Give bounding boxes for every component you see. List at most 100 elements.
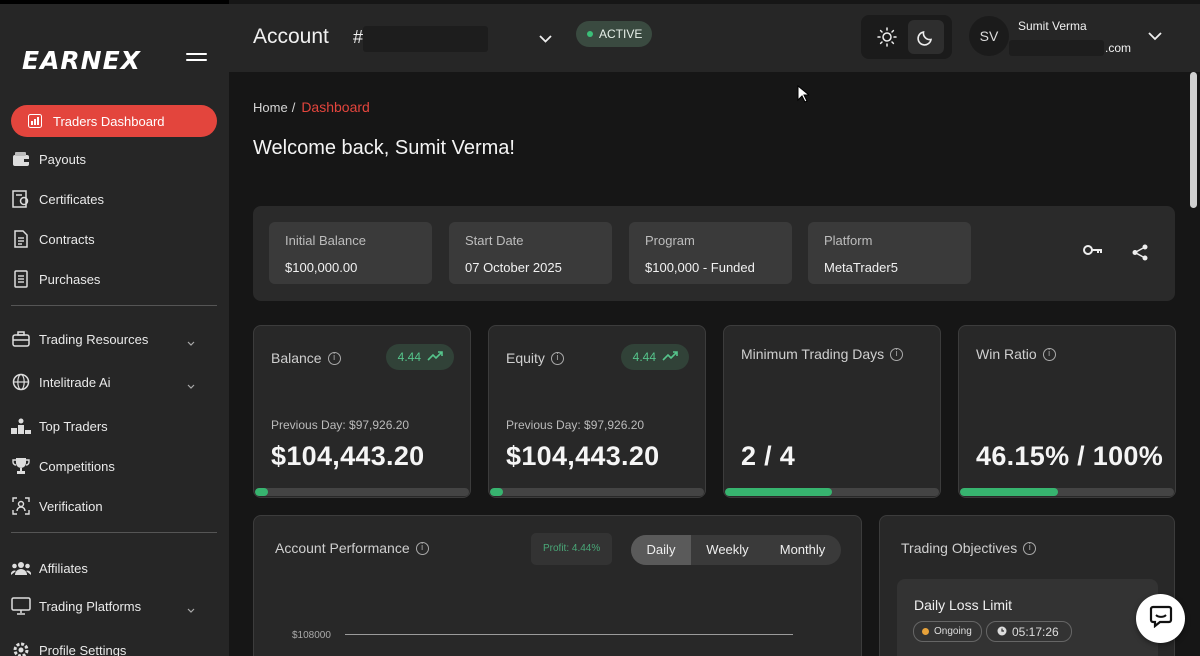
- sidebar-item-label: Certificates: [39, 191, 105, 207]
- equity-card: Equity i 4.44 Previous Day: $97,926.20 $1…: [488, 325, 706, 498]
- sidebar-item-top-traders[interactable]: Top Traders: [11, 410, 217, 442]
- sidebar-item-intelitrade-ai[interactable]: Intelitrade Ai: [11, 366, 217, 398]
- progress-fill: [255, 488, 268, 496]
- welcome-heading: Welcome back, Sumit Verma!: [253, 137, 515, 159]
- stat-title-text: Balance: [271, 350, 322, 366]
- period-segmented-control: Daily Weekly Monthly: [631, 535, 841, 565]
- sidebar-item-competitions[interactable]: Competitions: [11, 450, 217, 482]
- progress-track: [960, 488, 1174, 496]
- progress-track: [490, 488, 704, 496]
- sidebar-item-purchases[interactable]: Purchases: [11, 263, 217, 295]
- earnex-logo[interactable]: EARNEX: [22, 45, 141, 75]
- sidebar-item-payouts[interactable]: Payouts: [11, 143, 217, 175]
- progress-track: [255, 488, 469, 496]
- tab-monthly[interactable]: Monthly: [764, 535, 841, 565]
- objective-status: Ongoing: [934, 626, 972, 637]
- objective-timer: 05:17:26: [1012, 624, 1059, 639]
- account-number-redacted: [363, 26, 488, 52]
- profit-badge: Profit: 4.44%: [531, 533, 613, 565]
- progress-fill: [490, 488, 503, 496]
- sidebar-item-certificates[interactable]: Certificates: [11, 183, 217, 215]
- face-scan-icon: [11, 496, 31, 516]
- account-info-panel: Initial Balance $100,000.00 Start Date 0…: [253, 206, 1175, 301]
- chart-gridline: [345, 634, 793, 635]
- document-icon: [11, 229, 31, 249]
- sidebar-item-affiliates[interactable]: Affiliates: [11, 552, 217, 584]
- sidebar-item-contracts[interactable]: Contracts: [11, 223, 217, 255]
- tab-weekly[interactable]: Weekly: [691, 535, 764, 565]
- sidebar-item-label: Trading Resources: [39, 331, 149, 347]
- sidebar-item-traders-dashboard[interactable]: Traders Dashboard: [11, 105, 217, 137]
- info-icon[interactable]: i: [1023, 541, 1037, 555]
- sidebar-item-label: Purchases: [39, 271, 101, 287]
- stat-value: 46.15% / 100%: [976, 441, 1164, 471]
- info-card-value: 07 October 2025: [465, 260, 562, 275]
- info-card-platform: Platform MetaTrader5: [808, 222, 971, 284]
- info-icon[interactable]: i: [327, 351, 341, 365]
- performance-title-text: Account Performance: [275, 540, 410, 556]
- receipt-icon: [11, 269, 31, 289]
- chevron-down-icon: [187, 601, 195, 616]
- info-icon[interactable]: i: [890, 347, 904, 361]
- user-avatar[interactable]: SV: [969, 16, 1009, 56]
- globe-icon: [11, 372, 31, 392]
- sidebar-item-label: Intelitrade Ai: [39, 374, 111, 390]
- light-mode-sun-icon[interactable]: [869, 20, 905, 54]
- menu-toggle-icon[interactable]: [186, 53, 207, 67]
- progress-fill: [960, 488, 1059, 496]
- stat-value: 2 / 4: [741, 441, 796, 471]
- wallet-icon: [11, 149, 31, 169]
- win-ratio-card: Win Ratio i 46.15% / 100%: [958, 325, 1176, 498]
- credentials-key-icon[interactable]: [1083, 243, 1103, 261]
- info-icon[interactable]: i: [415, 541, 429, 555]
- trading-objectives-card: Trading Objectives i Daily Loss Limit Ong…: [879, 515, 1175, 656]
- minimum-trading-days-card: Minimum Trading Days i 2 / 4: [723, 325, 941, 498]
- sidebar-item-trading-platforms[interactable]: Trading Platforms: [11, 590, 217, 622]
- account-number-prefix: #: [353, 27, 364, 47]
- sidebar-item-profile-settings[interactable]: Profile Settings: [11, 634, 217, 656]
- trending-up-icon: [662, 350, 679, 364]
- info-card-label: Program: [645, 233, 695, 248]
- objective-timer-pill: 05:17:26: [986, 621, 1072, 642]
- tab-daily[interactable]: Daily: [631, 535, 691, 565]
- logo-text: EARNEX: [22, 45, 141, 75]
- sidebar-item-verification[interactable]: Verification: [11, 490, 217, 522]
- page-scrollbar[interactable]: [1190, 72, 1197, 208]
- sidebar-item-label: Top Traders: [39, 418, 108, 434]
- balance-card: Balance i 4.44 Previous Day: $97,926.20 $…: [253, 325, 471, 498]
- sidebar-item-label: Payouts: [39, 151, 86, 167]
- account-select-chevron-icon[interactable]: [539, 30, 552, 48]
- info-icon[interactable]: i: [550, 351, 564, 365]
- sidebar-divider: [11, 532, 217, 533]
- trophy-icon: [11, 456, 31, 476]
- stat-value: $104,443.20: [506, 441, 660, 471]
- user-menu-chevron-icon[interactable]: [1148, 28, 1162, 46]
- stat-title-text: Minimum Trading Days: [741, 346, 885, 362]
- users-icon: [11, 558, 31, 578]
- dark-mode-moon-icon[interactable]: [908, 20, 944, 54]
- chevron-down-icon: [187, 334, 195, 349]
- certificate-icon: [11, 189, 31, 209]
- change-value: 4.44: [632, 350, 656, 364]
- sidebar-item-label: Contracts: [39, 231, 95, 247]
- stat-title: Minimum Trading Days i: [741, 346, 904, 362]
- breadcrumb-home-link[interactable]: Home: [253, 100, 288, 115]
- chat-support-button[interactable]: [1136, 594, 1185, 643]
- y-axis-tick-label: $108000: [292, 630, 331, 641]
- info-icon[interactable]: i: [1042, 347, 1056, 361]
- user-name: Sumit Verma: [1018, 19, 1087, 33]
- monitor-icon: [11, 596, 31, 616]
- mouse-pointer-icon: [797, 84, 811, 108]
- stat-title: Win Ratio i: [976, 346, 1056, 362]
- share-icon[interactable]: [1132, 244, 1148, 266]
- info-card-value: MetaTrader5: [824, 260, 898, 275]
- objective-title: Daily Loss Limit: [914, 597, 1013, 613]
- account-title: Account: [253, 25, 329, 48]
- gear-icon: [11, 640, 31, 656]
- info-card-label: Start Date: [465, 233, 524, 248]
- stat-title: Balance i: [271, 350, 341, 366]
- sidebar-item-trading-resources[interactable]: Trading Resources: [11, 323, 217, 355]
- change-value: 4.44: [397, 350, 421, 364]
- status-dot: [922, 628, 929, 635]
- info-card-program: Program $100,000 - Funded: [629, 222, 792, 284]
